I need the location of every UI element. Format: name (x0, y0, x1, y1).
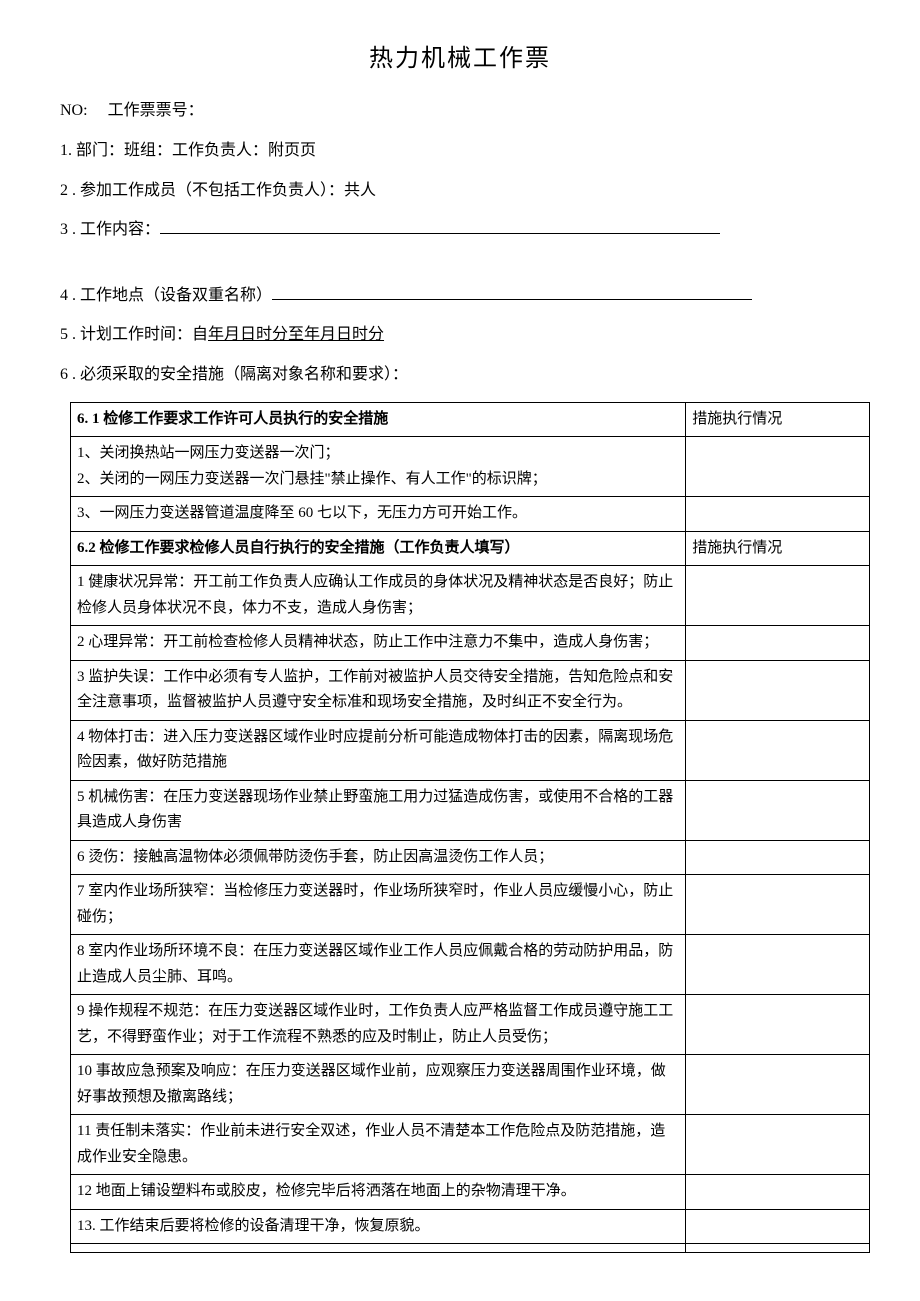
section1-item: 1、关闭换热站一网压力变送器一次门；2、关闭的一网压力变送器一次门悬挂"禁止操作… (71, 437, 686, 497)
table-row: 1、关闭换热站一网压力变送器一次门；2、关闭的一网压力变送器一次门悬挂"禁止操作… (71, 437, 870, 497)
no-label: NO: (60, 102, 88, 119)
ticket-number-label: 工作票票号： (108, 102, 204, 119)
schedule-prefix: 5 . 计划工作时间：自 (60, 326, 208, 343)
content-label: 3 . 工作内容： (60, 221, 160, 238)
section1-header: 6. 1 检修工作要求工作许可人员执行的安全措施 (71, 402, 686, 437)
table-row: 8 室内作业场所环境不良：在压力变送器区域作业工作人员应佩戴合格的劳动防护用品，… (71, 935, 870, 995)
table-row: 4 物体打击：进入压力变送器区域作业时应提前分析可能造成物体打击的因素，隔离现场… (71, 720, 870, 780)
field-schedule: 5 . 计划工作时间：自年月日时分至年月日时分 (60, 322, 860, 348)
section2-item: 12 地面上铺设塑料布或胶皮，检修完毕后将洒落在地面上的杂物清理干净。 (71, 1175, 686, 1210)
table-row: 5 机械伤害：在压力变送器现场作业禁止野蛮施工用力过猛造成伤害，或使用不合格的工… (71, 780, 870, 840)
status-cell (686, 995, 870, 1055)
table-row: 6.2 检修工作要求检修人员自行执行的安全措施（工作负责人填写） 措施执行情况 (71, 531, 870, 566)
table-row: 12 地面上铺设塑料布或胶皮，检修完毕后将洒落在地面上的杂物清理干净。 (71, 1175, 870, 1210)
table-row: 6 烫伤：接触高温物体必须佩带防烫伤手套，防止因高温烫伤工作人员； (71, 840, 870, 875)
status-cell (686, 1209, 870, 1244)
field-safety-measures: 6 . 必须采取的安全措施（隔离对象名称和要求）： (60, 362, 860, 388)
status-cell (686, 566, 870, 626)
section2-item: 2 心理异常：开工前检查检修人员精神状态，防止工作中注意力不集中，造成人身伤害； (71, 626, 686, 661)
location-label: 4 . 工作地点（设备双重名称） (60, 287, 272, 304)
table-row: 11 责任制未落实：作业前未进行安全双述，作业人员不清楚本工作危险点及防范措施，… (71, 1115, 870, 1175)
table-row: 9 操作规程不规范：在压力变送器区域作业时，工作负责人应严格监督工作成员遵守施工… (71, 995, 870, 1055)
section2-item: 4 物体打击：进入压力变送器区域作业时应提前分析可能造成物体打击的因素，隔离现场… (71, 720, 686, 780)
table-row (71, 1244, 870, 1253)
status-cell (686, 935, 870, 995)
status-cell (686, 497, 870, 532)
status-header: 措施执行情况 (686, 402, 870, 437)
status-cell (686, 1175, 870, 1210)
table-row: 6. 1 检修工作要求工作许可人员执行的安全措施 措施执行情况 (71, 402, 870, 437)
section2-item: 11 责任制未落实：作业前未进行安全双述，作业人员不清楚本工作危险点及防范措施，… (71, 1115, 686, 1175)
status-cell (686, 720, 870, 780)
section2-header: 6.2 检修工作要求检修人员自行执行的安全措施（工作负责人填写） (71, 531, 686, 566)
field-location: 4 . 工作地点（设备双重名称） (60, 283, 860, 309)
field-content: 3 . 工作内容： (60, 217, 860, 243)
field-department: 1. 部门：班组：工作负责人：附页页 (60, 138, 860, 164)
section2-item: 8 室内作业场所环境不良：在压力变送器区域作业工作人员应佩戴合格的劳动防护用品，… (71, 935, 686, 995)
section2-item: 10 事故应急预案及响应：在压力变送器区域作业前，应观察压力变送器周围作业环境，… (71, 1055, 686, 1115)
status-cell (686, 1115, 870, 1175)
status-cell (686, 1055, 870, 1115)
status-cell (686, 626, 870, 661)
section2-item: 9 操作规程不规范：在压力变送器区域作业时，工作负责人应严格监督工作成员遵守施工… (71, 995, 686, 1055)
ticket-number-line: NO: 工作票票号： (60, 98, 860, 124)
table-row: 3、一网压力变送器管道温度降至 60 七以下，无压力方可开始工作。 (71, 497, 870, 532)
table-row: 1 健康状况异常：开工前工作负责人应确认工作成员的身体状况及精神状态是否良好；防… (71, 566, 870, 626)
status-cell (686, 840, 870, 875)
status-header: 措施执行情况 (686, 531, 870, 566)
status-cell (686, 1244, 870, 1253)
section2-item: 7 室内作业场所狭窄：当检修压力变送器时，作业场所狭窄时，作业人员应缓慢小心，防… (71, 875, 686, 935)
status-cell (686, 780, 870, 840)
schedule-underline: 年月日时分至年月日时分 (208, 326, 384, 343)
section2-item: 5 机械伤害：在压力变送器现场作业禁止野蛮施工用力过猛造成伤害，或使用不合格的工… (71, 780, 686, 840)
safety-table: 6. 1 检修工作要求工作许可人员执行的安全措施 措施执行情况 1、关闭换热站一… (70, 402, 870, 1254)
location-blank (272, 299, 752, 300)
status-cell (686, 437, 870, 497)
status-cell (686, 875, 870, 935)
field-members: 2 . 参加工作成员（不包括工作负责人）：共人 (60, 178, 860, 204)
table-row: 10 事故应急预案及响应：在压力变送器区域作业前，应观察压力变送器周围作业环境，… (71, 1055, 870, 1115)
table-row: 7 室内作业场所狭窄：当检修压力变送器时，作业场所狭窄时，作业人员应缓慢小心，防… (71, 875, 870, 935)
section2-item: 1 健康状况异常：开工前工作负责人应确认工作成员的身体状况及精神状态是否良好；防… (71, 566, 686, 626)
content-blank (160, 233, 720, 234)
section2-item (71, 1244, 686, 1253)
section2-item: 6 烫伤：接触高温物体必须佩带防烫伤手套，防止因高温烫伤工作人员； (71, 840, 686, 875)
table-row: 3 监护失误：工作中必须有专人监护，工作前对被监护人员交待安全措施，告知危险点和… (71, 660, 870, 720)
section2-item: 3 监护失误：工作中必须有专人监护，工作前对被监护人员交待安全措施，告知危险点和… (71, 660, 686, 720)
section1-item: 3、一网压力变送器管道温度降至 60 七以下，无压力方可开始工作。 (71, 497, 686, 532)
table-row: 13. 工作结束后要将检修的设备清理干净，恢复原貌。 (71, 1209, 870, 1244)
document-title: 热力机械工作票 (60, 40, 860, 78)
section2-item: 13. 工作结束后要将检修的设备清理干净，恢复原貌。 (71, 1209, 686, 1244)
status-cell (686, 660, 870, 720)
table-row: 2 心理异常：开工前检查检修人员精神状态，防止工作中注意力不集中，造成人身伤害； (71, 626, 870, 661)
